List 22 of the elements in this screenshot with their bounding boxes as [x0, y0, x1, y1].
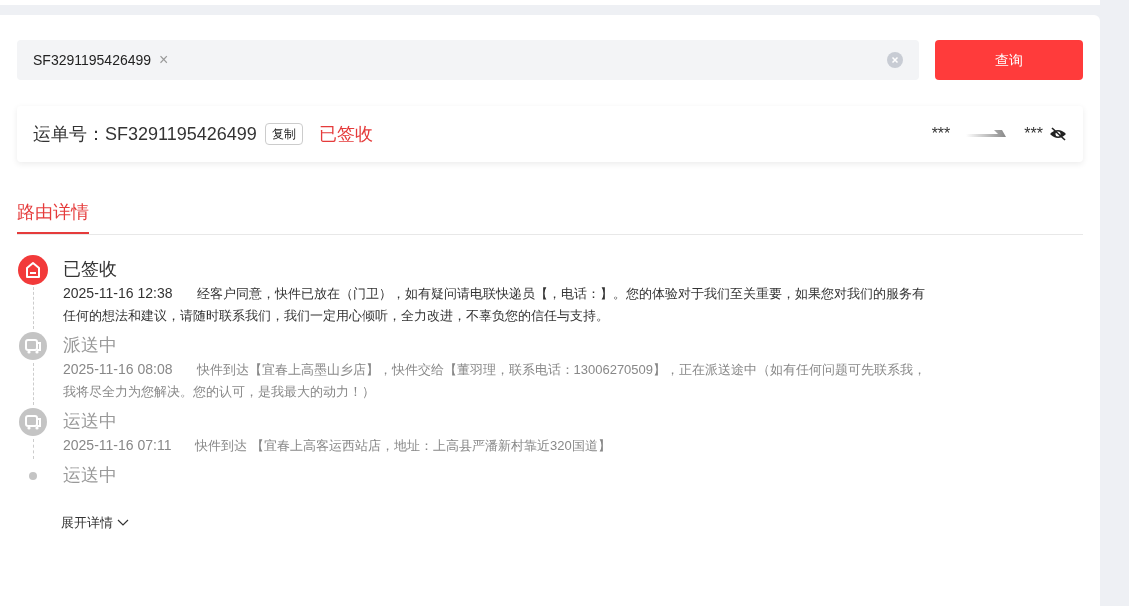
event-title: 运送中 [63, 464, 118, 487]
waybill-number: 运单号：SF3291195426499 [33, 123, 257, 146]
event-detail: 2025-11-16 07:11 快件到达 【宜春上高客运西站店，地址：上高县严潘新村靠近320国道】 [63, 436, 612, 455]
expand-details-button[interactable]: 展开详情 [61, 513, 129, 533]
destination-text: *** [1024, 124, 1043, 144]
eye-slash-icon[interactable] [1049, 127, 1067, 141]
query-button[interactable]: 查询 [935, 40, 1083, 80]
search-value: SF3291195426499 [33, 51, 152, 70]
status-text: 已签收 [318, 123, 373, 146]
home-icon [17, 255, 49, 286]
event-title: 派送中 [63, 334, 118, 357]
event-title: 运送中 [63, 410, 118, 433]
event-title: 已签收 [63, 258, 118, 281]
event-detail: 2025-11-16 08:08 快件到达【宜春上高墨山乡店】，快件交给【董羽理，联系电话：13006270509】，正在派送途中（如有任何问题可先联系我，我将尽全力为您解决。您的认可，是我最大的动力！） [63, 360, 928, 401]
chevron-down-icon [117, 518, 129, 527]
route-tab[interactable]: 路由详情 [17, 198, 89, 234]
event-detail: 2025-11-16 12:38 经客户同意，快件已放在（门卫），如有疑问请电联快递员【，电话：】。您的体验对于我们至关重要，如果您对我们的服务有任何的想法和建议，请随时联系我们，我们一定用心倾听，全力改进，不辜负您的信任与支持。 [63, 284, 926, 325]
truck-icon [18, 331, 48, 361]
arrow-icon [966, 130, 1009, 138]
origin-text: *** [931, 124, 951, 144]
truck-icon [18, 407, 48, 437]
copy-button[interactable]: 复制 [264, 123, 303, 145]
